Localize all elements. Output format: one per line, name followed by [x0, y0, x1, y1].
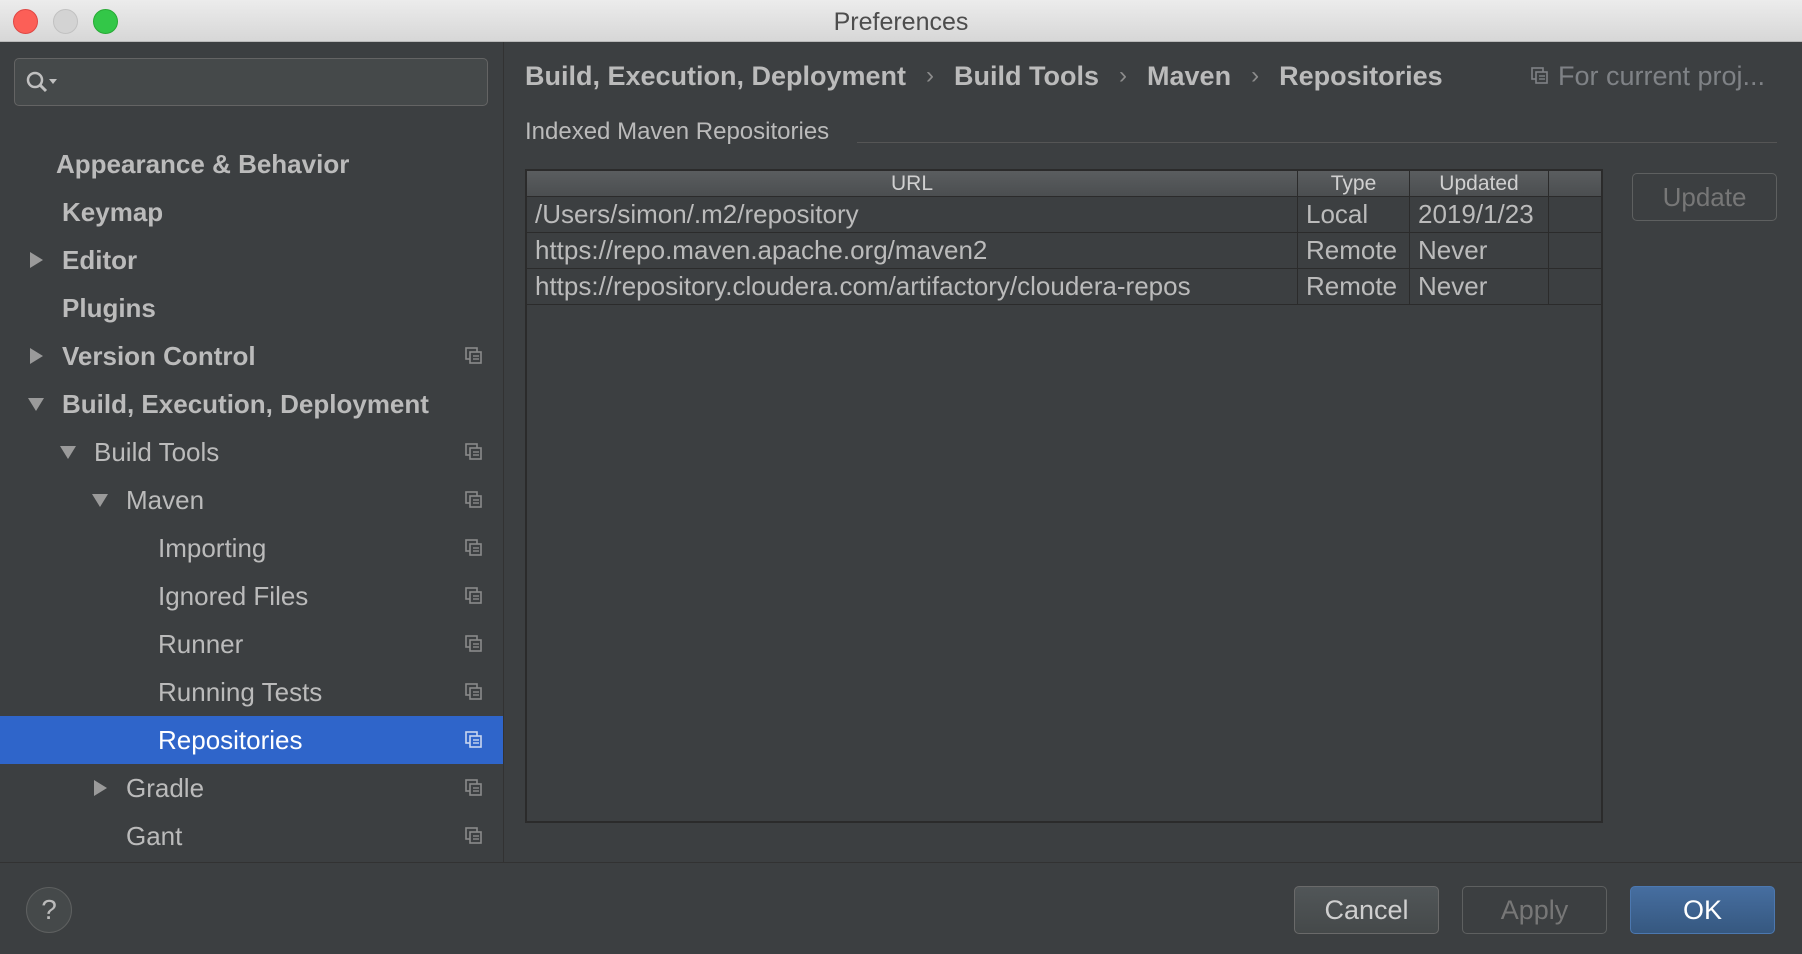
sidebar-item-label: Build Tools: [94, 436, 220, 467]
scope-label: For current proj...: [1558, 60, 1766, 91]
project-settings-icon: [465, 347, 482, 364]
apply-button[interactable]: Apply: [1462, 886, 1607, 934]
sidebar-item-gradle[interactable]: Gradle: [0, 764, 503, 812]
column-header-url[interactable]: URL: [527, 171, 1298, 197]
help-button[interactable]: ?: [26, 887, 72, 933]
cell-updated: Never: [1410, 233, 1549, 268]
cell-empty: [1549, 233, 1601, 268]
project-settings-icon: [465, 635, 482, 652]
sidebar-item-label: Editor: [62, 244, 138, 275]
cancel-button[interactable]: Cancel: [1294, 886, 1439, 934]
table-row[interactable]: /Users/simon/.m2/repository Local 2019/1…: [527, 197, 1601, 233]
sidebar-item-runner[interactable]: Runner: [0, 620, 503, 668]
chevron-right-icon[interactable]: [24, 248, 48, 272]
ok-button[interactable]: OK: [1630, 886, 1775, 934]
dialog-button-bar: ? Cancel Apply OK: [0, 862, 1802, 954]
sidebar-item-label: Gant: [126, 820, 183, 851]
project-settings-icon: [465, 587, 482, 604]
settings-tree: Appearance & Behavior Keymap Editor Plug…: [0, 140, 503, 862]
project-settings-icon: [465, 683, 482, 700]
project-settings-icon: [465, 731, 482, 748]
sidebar-item-label: Version Control: [62, 340, 256, 371]
sidebar-item-build-tools[interactable]: Build Tools: [0, 428, 503, 476]
breadcrumb: Build, Execution, Deployment › Build Too…: [525, 58, 1443, 94]
breadcrumb-separator: ›: [926, 62, 935, 89]
sidebar-item-label: Ignored Files: [158, 580, 309, 611]
sidebar-item-gant[interactable]: Gant: [0, 812, 503, 860]
search-icon: [26, 71, 57, 93]
sidebar-item-label: Running Tests: [158, 676, 323, 707]
chevron-down-icon[interactable]: [56, 440, 80, 464]
update-button[interactable]: Update: [1632, 173, 1777, 221]
sidebar-item-label: Gradle: [126, 772, 205, 803]
sidebar-item-keymap[interactable]: Keymap: [0, 188, 503, 236]
breadcrumb-item: Build, Execution, Deployment: [525, 60, 907, 91]
preferences-window: Preferences Appearance & Behavior Keymap: [0, 0, 1802, 954]
sidebar-item-version-control[interactable]: Version Control: [0, 332, 503, 380]
settings-search-input[interactable]: [14, 58, 488, 106]
project-settings-icon: [465, 779, 482, 796]
sidebar-item-maven[interactable]: Maven: [0, 476, 503, 524]
sidebar-item-build-execution-deployment[interactable]: Build, Execution, Deployment: [0, 380, 503, 428]
project-settings-icon: [465, 443, 482, 460]
chevron-right-icon[interactable]: [88, 776, 112, 800]
project-settings-icon: [465, 827, 482, 844]
table-header: URL Type Updated: [527, 171, 1601, 197]
breadcrumb-item: Build Tools: [954, 60, 1100, 91]
sidebar-item-label: Maven: [126, 484, 205, 515]
sidebar-item-repositories[interactable]: Repositories: [0, 716, 503, 764]
sidebar-item-running-tests[interactable]: Running Tests: [0, 668, 503, 716]
cell-empty: [1549, 269, 1601, 304]
breadcrumb-item: Repositories: [1279, 60, 1443, 91]
window-title: Preferences: [833, 8, 969, 36]
sidebar-item-label: Plugins: [62, 292, 156, 323]
sidebar-item-importing[interactable]: Importing: [0, 524, 503, 572]
sidebar-item-plugins[interactable]: Plugins: [0, 284, 503, 332]
breadcrumb-separator: ›: [1119, 62, 1128, 89]
scope-indicator: For current proj...: [1530, 58, 1765, 94]
sidebar-item-editor[interactable]: Editor: [0, 236, 503, 284]
repositories-table[interactable]: URL Type Updated /Users/simon/.m2/reposi…: [525, 169, 1603, 823]
section-divider: [857, 142, 1777, 143]
cell-url: /Users/simon/.m2/repository: [527, 197, 1298, 232]
cell-updated: 2019/1/23: [1410, 197, 1549, 232]
cell-type: Local: [1298, 197, 1410, 232]
table-row[interactable]: https://repo.maven.apache.org/maven2 Rem…: [527, 233, 1601, 269]
settings-sidebar: Appearance & Behavior Keymap Editor Plug…: [0, 42, 504, 862]
project-settings-icon: [465, 491, 482, 508]
breadcrumb-separator: ›: [1251, 62, 1260, 89]
sidebar-item-appearance-behavior[interactable]: Appearance & Behavior: [0, 140, 503, 188]
sidebar-item-label: Runner: [158, 628, 244, 659]
column-header-empty: [1549, 171, 1601, 197]
cell-url: https://repository.cloudera.com/artifact…: [527, 269, 1298, 304]
section-title: Indexed Maven Repositories: [525, 118, 830, 145]
sidebar-item-label: Keymap: [62, 196, 164, 227]
sidebar-item-label: Appearance & Behavior: [56, 148, 350, 179]
column-header-updated[interactable]: Updated: [1410, 171, 1549, 197]
cell-url: https://repo.maven.apache.org/maven2: [527, 233, 1298, 268]
chevron-down-icon[interactable]: [24, 392, 48, 416]
cell-type: Remote: [1298, 269, 1410, 304]
cell-type: Remote: [1298, 233, 1410, 268]
sidebar-item-label: Build, Execution, Deployment: [62, 388, 429, 419]
project-settings-icon: [465, 539, 482, 556]
table-row[interactable]: https://repository.cloudera.com/artifact…: [527, 269, 1601, 305]
column-header-type[interactable]: Type: [1298, 171, 1410, 197]
project-settings-icon: [1531, 67, 1548, 84]
chevron-down-icon[interactable]: [88, 488, 112, 512]
sidebar-item-ignored-files[interactable]: Ignored Files: [0, 572, 503, 620]
cell-empty: [1549, 197, 1601, 232]
settings-content: Build, Execution, Deployment › Build Too…: [505, 42, 1802, 862]
cell-updated: Never: [1410, 269, 1549, 304]
breadcrumb-item: Maven: [1147, 60, 1232, 91]
sidebar-item-label: Importing: [158, 532, 267, 563]
chevron-right-icon[interactable]: [24, 344, 48, 368]
sidebar-item-label: Repositories: [158, 724, 303, 755]
title-bar: Preferences: [0, 0, 1802, 42]
